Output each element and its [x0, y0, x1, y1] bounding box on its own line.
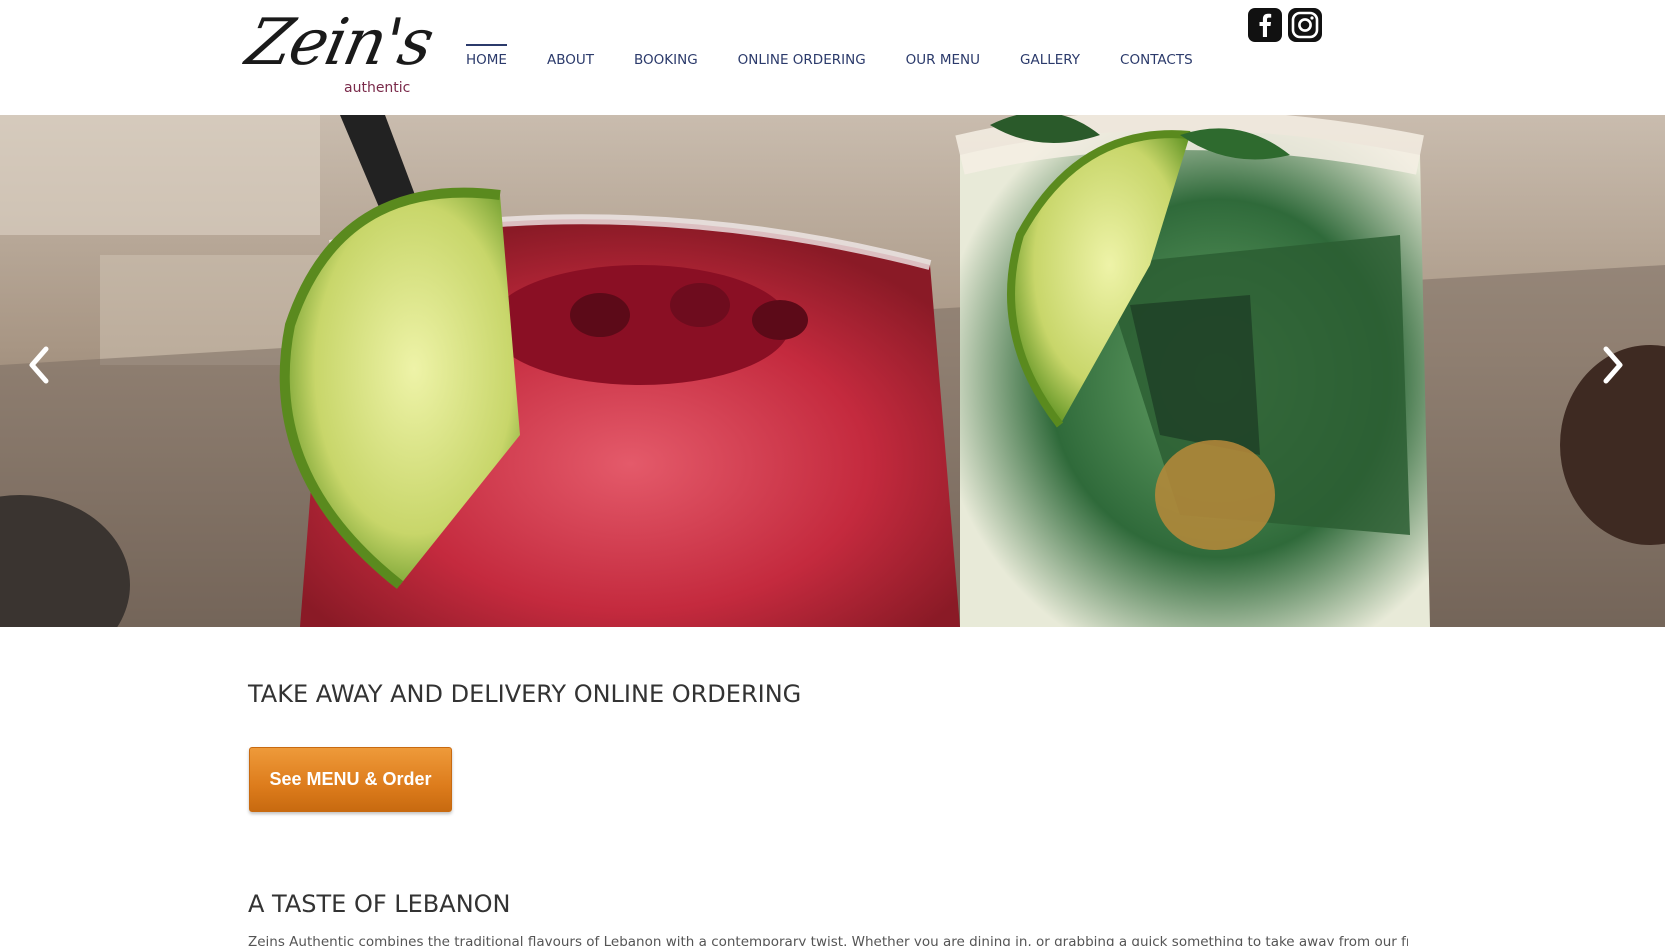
see-menu-order-button[interactable]: See MENU & Order — [249, 747, 452, 812]
slider-prev-button[interactable] — [26, 345, 66, 395]
nav-contacts[interactable]: CONTACTS — [1120, 44, 1193, 74]
about-intro: Zeins Authentic combines the traditional… — [248, 934, 1408, 946]
nav-booking[interactable]: BOOKING — [634, 44, 698, 74]
hero-image — [0, 115, 1665, 627]
nav-about[interactable]: ABOUT — [547, 44, 594, 74]
instagram-icon[interactable] — [1287, 7, 1323, 43]
logo-subtitle: authentic — [344, 80, 411, 96]
chevron-left-icon — [29, 346, 49, 384]
nav-our-menu[interactable]: OUR MENU — [906, 44, 980, 74]
brand-logo[interactable]: Zein's authentic — [240, 6, 438, 102]
ordering-title: TAKE AWAY AND DELIVERY ONLINE ORDERING — [248, 680, 802, 708]
slider-next-button[interactable] — [1600, 345, 1640, 395]
facebook-icon[interactable] — [1247, 7, 1283, 43]
logo-script: Zein's — [240, 6, 439, 80]
nav-home[interactable]: HOME — [466, 44, 507, 74]
hero-slider — [0, 115, 1665, 627]
nav-gallery[interactable]: GALLERY — [1020, 44, 1080, 74]
nav-online-ordering[interactable]: ONLINE ORDERING — [738, 44, 866, 74]
site-header: Zein's authentic HOME ABOUT BOOKING ONLI… — [0, 0, 1665, 115]
chevron-right-icon — [1603, 346, 1623, 384]
social-links — [1247, 7, 1323, 43]
main-nav: HOME ABOUT BOOKING ONLINE ORDERING OUR M… — [466, 44, 1233, 74]
about-title: A TASTE OF LEBANON — [248, 890, 511, 918]
